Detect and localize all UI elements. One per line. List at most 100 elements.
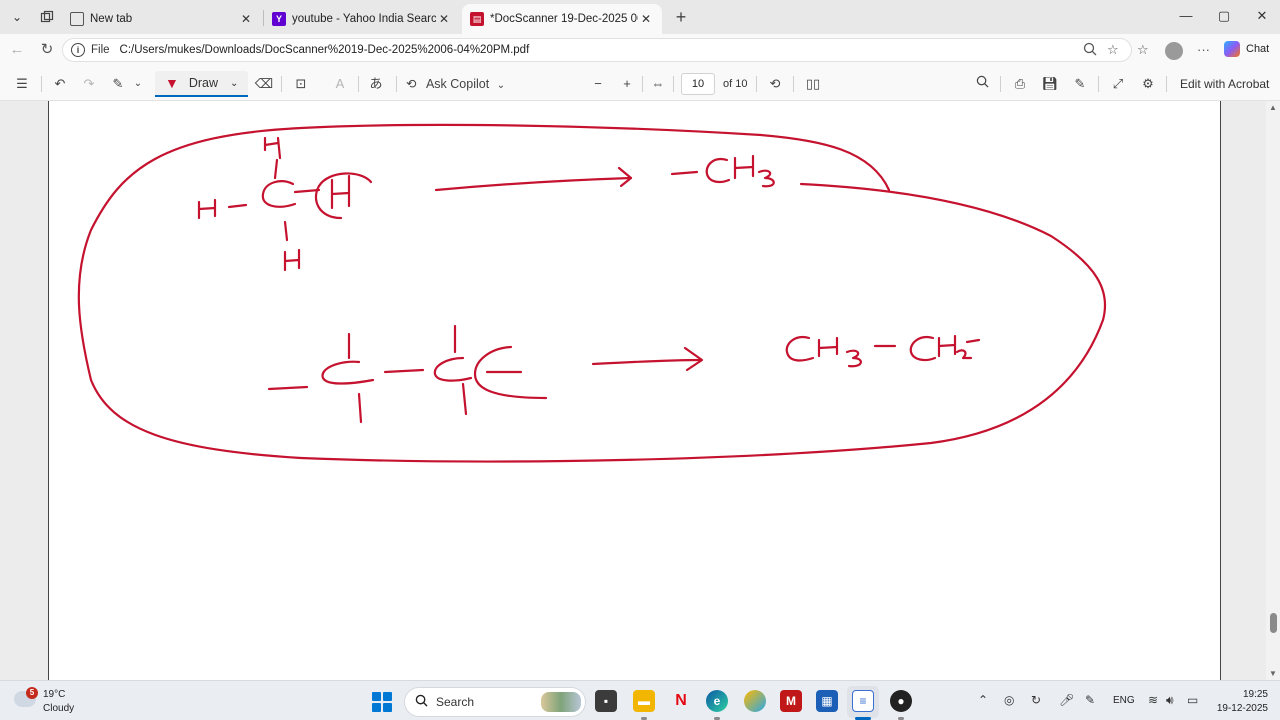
tab-docscanner-pdf[interactable]: ▤ *DocScanner 19-Dec-2025 06-04 P ✕	[462, 4, 662, 34]
page-view-icon[interactable]: ▯▯	[803, 73, 823, 95]
bond-up-stroke	[273, 158, 279, 180]
toolbar-divider	[1000, 76, 1001, 92]
tab-new-tab[interactable]: New tab ✕	[62, 4, 262, 34]
battery-icon[interactable]: ▭	[1187, 693, 1198, 707]
rotate-icon[interactable]: ⟲	[765, 73, 785, 95]
highlight-dropdown-chevron-icon[interactable]: ⌄	[131, 73, 145, 95]
pdf-viewport[interactable]: ▲ ▼	[0, 101, 1280, 680]
bond-left-bottom-stroke	[267, 385, 309, 391]
volume-icon[interactable]: 🔊︎	[1166, 693, 1174, 708]
zoom-in-icon[interactable]: +	[617, 73, 637, 95]
page-number-input[interactable]: 10	[681, 73, 715, 95]
microphone-icon[interactable]: 🎤︎	[1059, 693, 1074, 707]
taskbar-search-box[interactable]: Search	[404, 687, 586, 717]
scroll-up-arrow-icon[interactable]: ▲	[1269, 103, 1277, 112]
pen-icon: ▼	[165, 75, 179, 91]
tab-yahoo-search[interactable]: Y youtube - Yahoo India Search Resu ✕	[264, 4, 460, 34]
ch2-c-stroke	[909, 336, 937, 362]
page-total-label: of 10	[723, 78, 748, 90]
highlight-icon[interactable]: ✎	[108, 73, 128, 95]
close-window-icon[interactable]: ✕	[1242, 4, 1280, 28]
settings-gear-icon[interactable]: ⚙	[1138, 73, 1158, 95]
pdf-page[interactable]	[48, 101, 1221, 680]
bond-down-c1-stroke	[357, 392, 363, 424]
save-as-icon[interactable]: ✎	[1070, 73, 1090, 95]
ch3-dash-stroke	[670, 170, 699, 176]
profile-avatar[interactable]	[1165, 42, 1183, 60]
tab-label: *DocScanner 19-Dec-2025 06-04 P	[490, 13, 638, 25]
zoom-out-icon[interactable]: −	[588, 73, 608, 95]
fullscreen-icon[interactable]: ⤢	[1108, 73, 1128, 95]
copilot-chat-button[interactable]: Chat	[1224, 41, 1269, 57]
eye-off-icon[interactable]: ◎	[1004, 693, 1014, 707]
search-icon[interactable]	[972, 73, 992, 95]
arrow-top-head-stroke	[617, 166, 633, 188]
new-tab-plus-icon[interactable]: +	[670, 6, 692, 28]
mcafee-icon[interactable]: M	[780, 690, 802, 712]
workspaces-icon[interactable]	[35, 6, 59, 28]
text-format-icon[interactable]: A	[330, 73, 350, 95]
fit-to-width-icon[interactable]: ⇔	[648, 73, 668, 95]
wifi-icon[interactable]: ≋	[1148, 693, 1158, 707]
media-app-icon[interactable]: ●	[890, 690, 912, 712]
h-circled-stroke	[330, 174, 351, 210]
maximize-icon[interactable]: ▢	[1204, 4, 1244, 28]
search-icon	[415, 694, 428, 710]
task-view-icon[interactable]: ▪	[595, 690, 617, 712]
toolbar-divider	[396, 76, 397, 92]
favorites-bar-icon[interactable]: ☆	[1137, 42, 1149, 58]
language-indicator[interactable]: ENG	[1113, 695, 1135, 706]
notepad-icon[interactable]: ≡	[852, 690, 874, 712]
tab-label: youtube - Yahoo India Search Resu	[292, 13, 436, 25]
yahoo-icon: Y	[272, 12, 286, 26]
pen-tray-icon[interactable]: ✎	[1085, 693, 1095, 707]
pdf-icon: ▤	[470, 12, 484, 26]
text-box-icon[interactable]: ⊡	[291, 73, 311, 95]
refresh-icon[interactable]: ↻	[36, 39, 58, 61]
undo-icon[interactable]: ↶	[50, 73, 70, 95]
tab-close-icon[interactable]: ✕	[436, 12, 452, 26]
netflix-icon[interactable]: N	[670, 690, 692, 712]
ch2-h-stroke	[937, 334, 957, 358]
tab-close-icon[interactable]: ✕	[638, 12, 654, 26]
h-top-stroke	[263, 136, 282, 160]
file-explorer-icon[interactable]: ▬	[633, 690, 655, 712]
tab-close-icon[interactable]: ✕	[238, 12, 254, 26]
scroll-down-arrow-icon[interactable]: ▼	[1269, 669, 1277, 678]
ask-copilot-button[interactable]: ⟲ Ask Copilot ⌄	[406, 73, 506, 95]
h-bottom-stroke	[283, 248, 301, 272]
zoom-icon[interactable]	[1083, 42, 1097, 59]
vertical-scrollbar[interactable]: ▲ ▼	[1266, 101, 1280, 680]
translate-icon[interactable]: あ	[366, 73, 386, 95]
microsoft-store-icon[interactable]: ▦	[816, 690, 838, 712]
edge-browser-icon[interactable]: e	[706, 690, 728, 712]
back-arrow-icon[interactable]: ←	[6, 39, 28, 61]
weather-widget[interactable]: 5 19°C Cloudy	[14, 687, 94, 715]
print-icon[interactable]: ⎙	[1010, 73, 1030, 95]
more-options-icon[interactable]: ···	[1197, 42, 1210, 57]
site-info-icon[interactable]: i	[71, 43, 85, 57]
favorite-star-icon[interactable]: ☆	[1107, 42, 1119, 58]
minimize-icon[interactable]: —	[1166, 4, 1206, 28]
save-icon[interactable]: 💾︎	[1040, 73, 1060, 95]
scrollbar-thumb[interactable]	[1270, 613, 1277, 633]
copilot-logo-icon	[1224, 41, 1240, 57]
edit-with-acrobat-button[interactable]: Edit with Acrobat	[1180, 73, 1269, 95]
ch2-trailing-bond-stroke	[965, 338, 981, 344]
ch3-h-stroke	[733, 154, 755, 180]
address-bar[interactable]: i File C:/Users/mukes/Downloads/DocScann…	[62, 38, 1132, 62]
table-of-contents-icon[interactable]: ☰	[12, 73, 32, 95]
copilot-app-icon[interactable]	[744, 690, 766, 712]
ch3-c-stroke	[705, 158, 731, 184]
tab-label: New tab	[90, 13, 133, 25]
sync-icon[interactable]: ↻	[1031, 693, 1041, 707]
redo-icon[interactable]: ↷	[79, 73, 99, 95]
tray-chevron-up-icon[interactable]: ⌃	[978, 693, 988, 707]
start-windows-icon[interactable]	[372, 692, 392, 712]
system-clock[interactable]: 19:25 19-12-2025	[1212, 688, 1268, 716]
tab-actions-chevron-icon[interactable]: ⌄	[5, 6, 29, 28]
url-text[interactable]: C:/Users/mukes/Downloads/DocScanner%2019…	[120, 44, 530, 56]
eraser-icon[interactable]: ⌫	[254, 73, 274, 95]
draw-button[interactable]: ▼ Draw ⌄	[155, 71, 248, 97]
draw-dropdown-chevron-icon[interactable]: ⌄	[230, 78, 238, 89]
